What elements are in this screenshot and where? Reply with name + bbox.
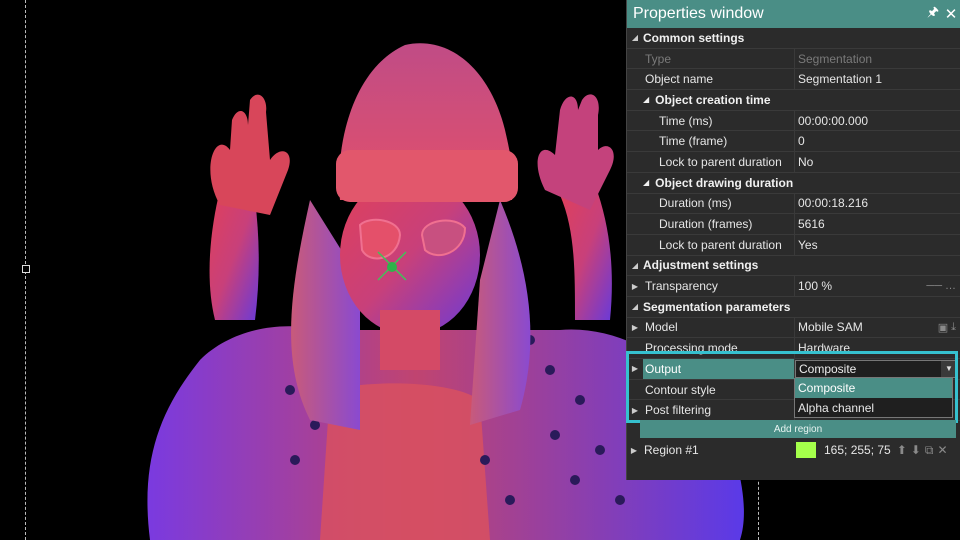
region-color-swatch[interactable] — [796, 442, 816, 458]
section-label: ◢ Object drawing duration — [643, 175, 794, 190]
section-label: Segmentation parameters — [643, 299, 791, 314]
expand-icon[interactable]: ▶ — [627, 276, 643, 296]
prop-value[interactable]: 00:00:18.216 — [795, 194, 960, 214]
prop-label: Lock to parent duration — [643, 234, 795, 255]
prop-lock-parent-duration[interactable]: Lock to parent duration No — [627, 152, 960, 173]
expand-icon[interactable]: ▶ — [627, 318, 643, 338]
section-label: ◢ Object creation time — [643, 92, 771, 107]
prop-label: Duration (frames) — [643, 214, 795, 234]
prop-lock-parent-duration-2[interactable]: Lock to parent duration Yes — [627, 234, 960, 256]
highlight-frame — [626, 351, 958, 423]
more-icon[interactable]: … — [945, 280, 956, 292]
prop-duration-frames[interactable]: Duration (frames) 5616 — [627, 214, 960, 235]
prop-label: Object name — [643, 69, 795, 90]
prop-value[interactable]: Yes — [795, 235, 960, 255]
prop-label: Time (frame) — [643, 131, 795, 152]
collapse-icon[interactable]: ◢ — [627, 28, 643, 48]
prop-value[interactable]: Mobile SAM ▣ ⤓ — [795, 318, 960, 338]
section-adjustment-settings[interactable]: ◢ Adjustment settings — [627, 255, 960, 277]
collapse-icon[interactable]: ◢ — [627, 256, 643, 276]
prop-label: Model — [643, 317, 795, 338]
prop-duration-ms[interactable]: Duration (ms) 00:00:18.216 — [627, 193, 960, 215]
move-down-icon[interactable]: ⬇ — [911, 443, 921, 458]
folder-icon[interactable]: ▣ — [938, 321, 948, 334]
prop-model[interactable]: ▶ Model Mobile SAM ▣ ⤓ — [627, 317, 960, 339]
collapse-icon[interactable]: ◢ — [643, 95, 649, 104]
slider-icon[interactable]: ── — [926, 280, 942, 292]
prop-label: Duration (ms) — [643, 193, 795, 214]
prop-label: Lock to parent duration — [643, 152, 795, 172]
prop-value[interactable]: 100 % ──… — [795, 276, 960, 296]
section-label: Common settings — [643, 30, 745, 45]
prop-value[interactable]: Segmentation 1 — [795, 69, 960, 89]
delete-icon[interactable]: ✕ — [937, 443, 947, 458]
expand-icon[interactable]: ▶ — [626, 446, 642, 455]
prop-value[interactable]: No — [795, 152, 960, 172]
prop-label: Time (ms) — [643, 110, 795, 131]
resize-handle[interactable] — [22, 265, 30, 273]
section-label: Adjustment settings — [643, 258, 759, 273]
section-object-creation-time[interactable]: ◢ Object creation time — [627, 90, 960, 111]
pin-icon[interactable]: 🖈 — [924, 3, 942, 25]
close-icon[interactable]: ✕ — [942, 5, 960, 23]
move-up-icon[interactable]: ⬆ — [897, 443, 907, 458]
prop-type: Type Segmentation — [627, 48, 960, 70]
prop-value: Segmentation — [798, 51, 873, 66]
region-color-value: 165; 255; 75 — [824, 443, 891, 457]
panel-title: Properties window — [633, 5, 764, 22]
region-row[interactable]: ▶ Region #1 165; 255; 75 ⬆ ⬇ ⧉ ✕ — [626, 440, 960, 460]
prop-value[interactable]: 00:00:00.000 — [795, 111, 960, 131]
prop-transparency[interactable]: ▶ Transparency 100 % ──… — [627, 276, 960, 297]
download-icon[interactable]: ⤓ — [951, 321, 956, 334]
section-object-drawing-duration[interactable]: ◢ Object drawing duration — [627, 172, 960, 194]
add-region-button[interactable]: Add region — [640, 420, 956, 438]
collapse-icon[interactable]: ◢ — [643, 178, 649, 187]
section-common-settings[interactable]: ◢ Common settings — [627, 28, 960, 49]
region-name: Region #1 — [644, 443, 699, 457]
panel-title-bar: Properties window 🖈 ✕ — [627, 0, 960, 28]
prop-value[interactable]: 0 — [795, 131, 960, 151]
section-segmentation-parameters[interactable]: ◢ Segmentation parameters — [627, 296, 960, 318]
prop-label: Transparency — [643, 276, 795, 296]
prop-time-frame[interactable]: Time (frame) 0 — [627, 131, 960, 153]
duplicate-icon[interactable]: ⧉ — [925, 443, 934, 458]
prop-time-ms[interactable]: Time (ms) 00:00:00.000 — [627, 110, 960, 132]
collapse-icon[interactable]: ◢ — [627, 297, 643, 317]
prop-value[interactable]: 5616 — [795, 214, 960, 234]
prop-label: Type — [643, 48, 795, 69]
prop-object-name[interactable]: Object name Segmentation 1 — [627, 69, 960, 91]
